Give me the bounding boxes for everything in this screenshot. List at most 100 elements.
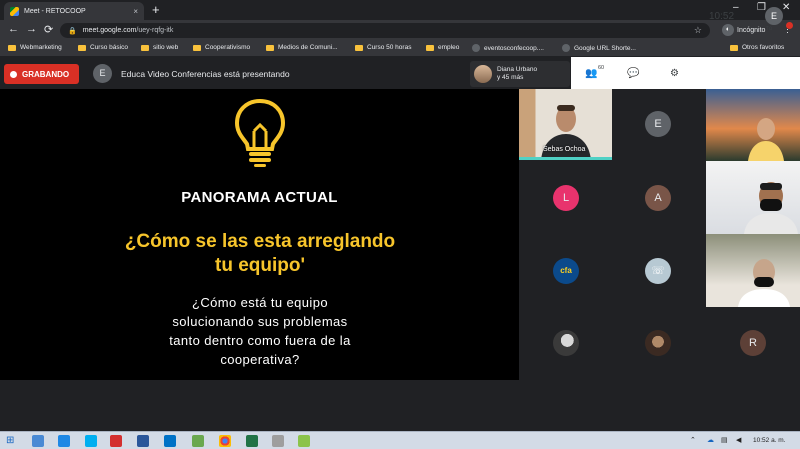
presenting-text: Educa Video Conferencias está presentand… — [121, 69, 290, 79]
folder-icon — [78, 44, 86, 51]
back-button[interactable]: ← — [8, 23, 19, 35]
incognito-indicator[interactable]: ◐ Incógnito — [722, 24, 765, 36]
bookmark-label: Cooperativismo — [205, 44, 251, 51]
tab-close-icon[interactable]: × — [133, 7, 138, 16]
bookmark-label: empleo — [438, 44, 460, 51]
bookmark-item[interactable]: Cooperativismo — [193, 44, 250, 51]
taskbar-clock[interactable]: 10:52 a. m. — [753, 437, 786, 444]
bookmark-label: Medios de Comuni... — [278, 44, 338, 51]
participant-avatar[interactable]: R — [740, 330, 766, 356]
meet-favicon-icon — [10, 6, 19, 16]
participant-video[interactable] — [706, 89, 800, 161]
volume-icon[interactable]: ◀ — [736, 436, 741, 444]
ie-icon[interactable] — [58, 435, 70, 447]
globe-icon — [562, 44, 570, 52]
avatar — [474, 65, 492, 83]
bookmark-item[interactable]: eventosconfecoop.... — [472, 44, 544, 52]
forward-button[interactable]: → — [26, 23, 37, 35]
self-label: Tú — [766, 26, 772, 32]
bookmark-item[interactable]: Webmarketing — [8, 44, 62, 51]
activities-icon[interactable]: ⚙ — [670, 68, 679, 79]
browser-tab-strip: Meet - RETOCOOP × + – ❐ ✕ — [0, 0, 800, 20]
folder-icon — [355, 44, 363, 51]
folder-icon — [730, 44, 738, 51]
windows-taskbar: ⊞ ⌃ ☁ ▤ ◀ 10:52 a. m. — [0, 431, 800, 449]
slide-heading: PANORAMA ACTUAL — [181, 189, 338, 206]
window-close-button[interactable]: ✕ — [782, 2, 790, 13]
slide-body-line: solucionando sus problemas — [172, 314, 348, 329]
participant-name: Sebas Ochoa — [543, 146, 586, 153]
app-icon[interactable] — [272, 435, 284, 447]
bookmark-item[interactable]: Google URL Shorte... — [562, 44, 636, 52]
incognito-label: Incógnito — [737, 26, 766, 34]
bookmark-item[interactable]: Curso 50 horas — [355, 44, 411, 51]
recording-badge: GRABANDO — [4, 64, 79, 84]
participant-avatar-photo[interactable] — [553, 330, 579, 356]
windows-start-icon[interactable]: ⊞ — [6, 435, 18, 447]
window-restore-button[interactable]: ❐ — [757, 2, 766, 13]
bookmarks-bar: Webmarketing Curso básico sitio web Coop… — [0, 41, 800, 57]
participant-video[interactable] — [706, 161, 800, 234]
participant-avatar[interactable]: L — [553, 185, 579, 211]
globe-icon — [472, 44, 480, 52]
outlook-icon[interactable] — [164, 435, 176, 447]
tab-title: Meet - RETOCOOP — [24, 7, 86, 15]
chat-icon[interactable]: 💬 — [627, 68, 639, 79]
word-icon[interactable] — [137, 435, 149, 447]
slide-body-line: ¿Cómo está tu equipo — [192, 295, 328, 310]
bookmark-item[interactable]: sitio web — [141, 44, 178, 51]
url-path: /uey-rqfg-itk — [136, 27, 174, 34]
reload-button[interactable]: ⟳ — [44, 23, 53, 36]
cfa-logo-avatar[interactable]: cfa — [553, 258, 579, 284]
bookmark-label: Otros favoritos — [742, 44, 785, 51]
participant-avatar-photo[interactable] — [645, 330, 671, 356]
bookmark-item[interactable]: Medios de Comuni... — [266, 44, 338, 51]
phone-icon[interactable]: ☏ — [645, 258, 671, 284]
participant-avatar[interactable]: A — [645, 185, 671, 211]
lightbulb-icon — [234, 98, 286, 167]
participant-video[interactable] — [706, 234, 800, 307]
folder-icon — [193, 44, 201, 51]
browser-tab[interactable]: Meet - RETOCOOP × — [4, 2, 144, 20]
skype-icon[interactable] — [85, 435, 97, 447]
bookmark-label: sitio web — [153, 44, 179, 51]
url-host: meet.google.com — [82, 27, 137, 34]
participants-grid: Sebas Ochoa E L A cfa ☏ R — [519, 89, 800, 380]
bookmark-label: Curso 50 horas — [367, 44, 412, 51]
record-dot-icon — [10, 70, 17, 78]
bookmark-label: eventosconfecoop.... — [484, 44, 544, 52]
acrobat-icon[interactable] — [110, 435, 122, 447]
participant-video-featured[interactable]: Sebas Ochoa — [519, 89, 612, 160]
address-bar[interactable]: 🔒 meet.google.com /uey-rqfg-itk ☆ — [60, 23, 710, 38]
excel-icon[interactable] — [246, 435, 258, 447]
tray-chevron-icon[interactable]: ⌃ — [690, 436, 696, 444]
folder-icon — [141, 44, 149, 51]
onedrive-icon[interactable]: ☁ — [707, 436, 714, 444]
participants-summary[interactable]: Diana Urbano y 45 más — [470, 61, 570, 87]
bookmark-item[interactable]: Curso básico — [78, 44, 128, 51]
mic-off-indicator-icon — [786, 22, 793, 29]
self-avatar[interactable]: E — [765, 7, 783, 25]
person-silhouette — [744, 182, 798, 234]
people-line2: y 45 más — [497, 74, 524, 81]
bookmark-item-other[interactable]: Otros favoritos — [730, 44, 784, 51]
bookmark-star-icon[interactable]: ☆ — [694, 25, 702, 36]
app-icon[interactable] — [32, 435, 44, 447]
participants-count: 60 — [598, 65, 605, 71]
chrome-icon[interactable] — [219, 435, 231, 447]
browser-toolbar: ← → ⟳ 🔒 meet.google.com /uey-rqfg-itk ☆ … — [0, 20, 800, 41]
presentation-stage: PANORAMA ACTUAL ¿Cómo se las esta arregl… — [0, 89, 519, 380]
app-icon[interactable] — [192, 435, 204, 447]
new-tab-button[interactable]: + — [152, 3, 160, 17]
participant-avatar[interactable]: E — [645, 111, 671, 137]
bookmark-item[interactable]: empleo — [426, 44, 459, 51]
folder-icon — [8, 44, 16, 51]
slide-question: ¿Cómo se las esta arreglando tu equipo' — [60, 230, 460, 278]
person-silhouette — [738, 259, 790, 307]
people-icon[interactable]: 👥 — [585, 68, 597, 79]
slide-question-line: ¿Cómo se las esta arreglando — [124, 231, 396, 252]
recording-label: GRABANDO — [22, 69, 70, 79]
app-icon[interactable] — [298, 435, 310, 447]
meet-bottom-area — [0, 380, 800, 431]
network-icon[interactable]: ▤ — [721, 436, 728, 444]
